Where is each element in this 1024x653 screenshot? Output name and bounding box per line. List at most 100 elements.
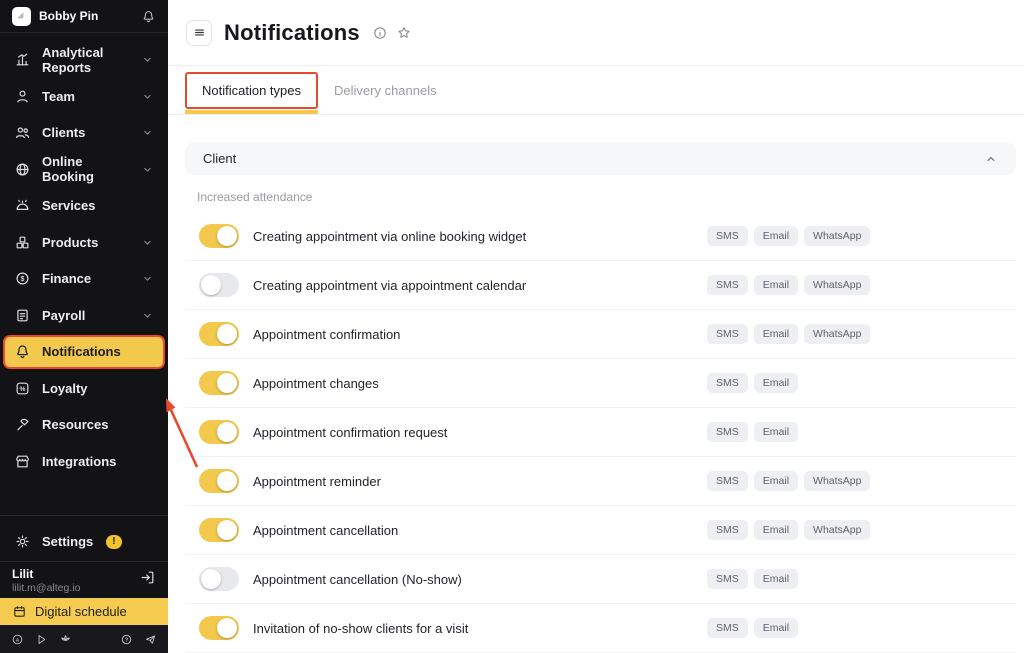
- sidebar-item-settings[interactable]: Settings !: [3, 525, 165, 559]
- channel-badge-email: Email: [754, 520, 798, 540]
- payroll-icon: [14, 307, 31, 324]
- digital-schedule-button[interactable]: Digital schedule: [0, 598, 168, 625]
- settings-alert-badge: !: [106, 535, 121, 549]
- bell-icon: [14, 343, 31, 360]
- tab-notification-types[interactable]: Notification types: [185, 72, 318, 109]
- chevron-down-icon: [141, 309, 154, 322]
- svg-text:$: $: [21, 275, 25, 283]
- section-title: Client: [203, 151, 236, 166]
- channel-badges: SMSEmailWhatsApp: [707, 275, 870, 295]
- app-gallery-icon[interactable]: [59, 633, 72, 646]
- telegram-icon[interactable]: [144, 633, 157, 646]
- notification-row: Appointment cancellation (No-show)SMSEma…: [185, 555, 1016, 604]
- user-name: Lilit: [12, 567, 139, 581]
- sidebar-item-label: Notifications: [42, 344, 121, 359]
- sidebar-item-label: Settings: [42, 534, 93, 549]
- toggle-appointment-cancellation-no-show[interactable]: [199, 567, 239, 591]
- user-block: Lilit lilit.m@alteg.io: [0, 561, 168, 598]
- channel-badges: SMS Email: [707, 422, 798, 442]
- sidebar-item-label: Services: [42, 198, 96, 213]
- resources-icon: [14, 416, 31, 433]
- channel-badges: SMSEmail: [707, 569, 798, 589]
- sidebar-item-label: Online Booking: [42, 154, 130, 184]
- channel-badge-sms: SMS: [707, 422, 748, 442]
- info-icon[interactable]: [372, 25, 388, 41]
- app-window: Bobby Pin Analytical ReportsTeamClients O…: [0, 0, 1024, 653]
- sidebar-item-label: Loyalty: [42, 381, 88, 396]
- toggle-invitation-of-no-show-clients-for-a-visit[interactable]: [199, 616, 239, 640]
- integrations-icon: [14, 453, 31, 470]
- menu-toggle-button[interactable]: [186, 20, 212, 46]
- sidebar: Bobby Pin Analytical ReportsTeamClients O…: [0, 0, 168, 653]
- toggle-appointment-confirmation-request[interactable]: [199, 420, 239, 444]
- sidebar-item-payroll[interactable]: Payroll: [3, 298, 165, 332]
- channel-badges: SMSEmailWhatsApp: [707, 520, 870, 540]
- services-icon: [14, 197, 31, 214]
- sidebar-item-label: Products: [42, 235, 98, 250]
- tab-delivery-channels[interactable]: Delivery channels: [334, 83, 437, 98]
- sidebar-item-products[interactable]: Products: [3, 225, 165, 259]
- svg-text:%: %: [20, 385, 26, 392]
- app-store-icon[interactable]: A: [11, 633, 24, 646]
- toggle-appointment-changes[interactable]: [199, 371, 239, 395]
- toggle-knob: [217, 471, 237, 491]
- chevron-down-icon: [141, 53, 154, 66]
- notification-row: Appointment cancellationSMSEmailWhatsApp: [185, 506, 1016, 555]
- toggle-knob: [201, 275, 221, 295]
- toggle-knob: [201, 569, 221, 589]
- notification-label: Invitation of no-show clients for a visi…: [253, 621, 468, 636]
- toggle-knob: [217, 226, 237, 246]
- channel-badge-email: Email: [754, 324, 798, 344]
- svg-text:?: ?: [125, 637, 128, 643]
- toggle-creating-appointment-via-online-booking-widget[interactable]: [199, 224, 239, 248]
- sidebar-item-label: Resources: [42, 417, 108, 432]
- toggle-creating-appointment-via-appointment-calendar[interactable]: [199, 273, 239, 297]
- channel-badge-sms: SMS: [707, 618, 748, 638]
- notification-row: Appointment confirmationSMSEmailWhatsApp: [185, 310, 1016, 359]
- digital-schedule-label: Digital schedule: [35, 604, 127, 619]
- notification-rows: Creating appointment via online booking …: [185, 212, 1016, 653]
- gear-icon: [14, 533, 31, 550]
- toggle-knob: [217, 373, 237, 393]
- logout-button[interactable]: [139, 569, 156, 591]
- sidebar-item-resources[interactable]: Resources: [3, 408, 165, 442]
- main-content: Notifications Notification types Deliver…: [168, 0, 1024, 653]
- sidebar-item-loyalty[interactable]: % Loyalty: [3, 371, 165, 405]
- sidebar-item-online-booking[interactable]: Online Booking: [3, 152, 165, 186]
- sidebar-item-notifications[interactable]: Notifications: [3, 335, 165, 369]
- channel-badge-whatsapp: WhatsApp: [804, 226, 870, 246]
- toggle-appointment-cancellation[interactable]: [199, 518, 239, 542]
- channel-badges: SMS Email WhatsApp: [707, 226, 870, 246]
- sidebar-item-team[interactable]: Team: [3, 79, 165, 113]
- sidebar-item-finance[interactable]: $ Finance: [3, 262, 165, 296]
- google-play-icon[interactable]: [35, 633, 48, 646]
- channel-badge-email: Email: [754, 226, 798, 246]
- channel-badge-sms: SMS: [707, 373, 748, 393]
- chevron-down-icon: [141, 272, 154, 285]
- toggle-appointment-confirmation[interactable]: [199, 322, 239, 346]
- sidebar-item-label: Finance: [42, 271, 91, 286]
- channel-badge-email: Email: [754, 618, 798, 638]
- star-icon[interactable]: [396, 25, 412, 41]
- brand-name: Bobby Pin: [39, 9, 133, 23]
- app-links-bar: A ?: [0, 625, 168, 653]
- bobby-pin-icon: [14, 9, 29, 24]
- help-icon[interactable]: ?: [120, 633, 133, 646]
- channel-badge-sms: SMS: [707, 226, 748, 246]
- client-section-header[interactable]: Client: [185, 142, 1016, 175]
- hamburger-icon: [193, 26, 206, 39]
- toggle-appointment-reminder[interactable]: [199, 469, 239, 493]
- channel-badge-sms: SMS: [707, 520, 748, 540]
- notification-row: Appointment changesSMSEmail: [185, 359, 1016, 408]
- user-email: lilit.m@alteg.io: [12, 582, 139, 594]
- sidebar-item-services[interactable]: Services: [3, 189, 165, 223]
- sidebar-bell-icon[interactable]: [141, 9, 156, 24]
- channel-badge-email: Email: [754, 422, 798, 442]
- channel-badges: SMS Email: [707, 618, 798, 638]
- toggle-knob: [217, 618, 237, 638]
- sidebar-item-clients[interactable]: Clients: [3, 116, 165, 150]
- team-icon: [14, 88, 31, 105]
- sidebar-item-integrations[interactable]: Integrations: [3, 444, 165, 478]
- finance-icon: $: [14, 270, 31, 287]
- sidebar-item-analytical-reports[interactable]: Analytical Reports: [3, 43, 165, 77]
